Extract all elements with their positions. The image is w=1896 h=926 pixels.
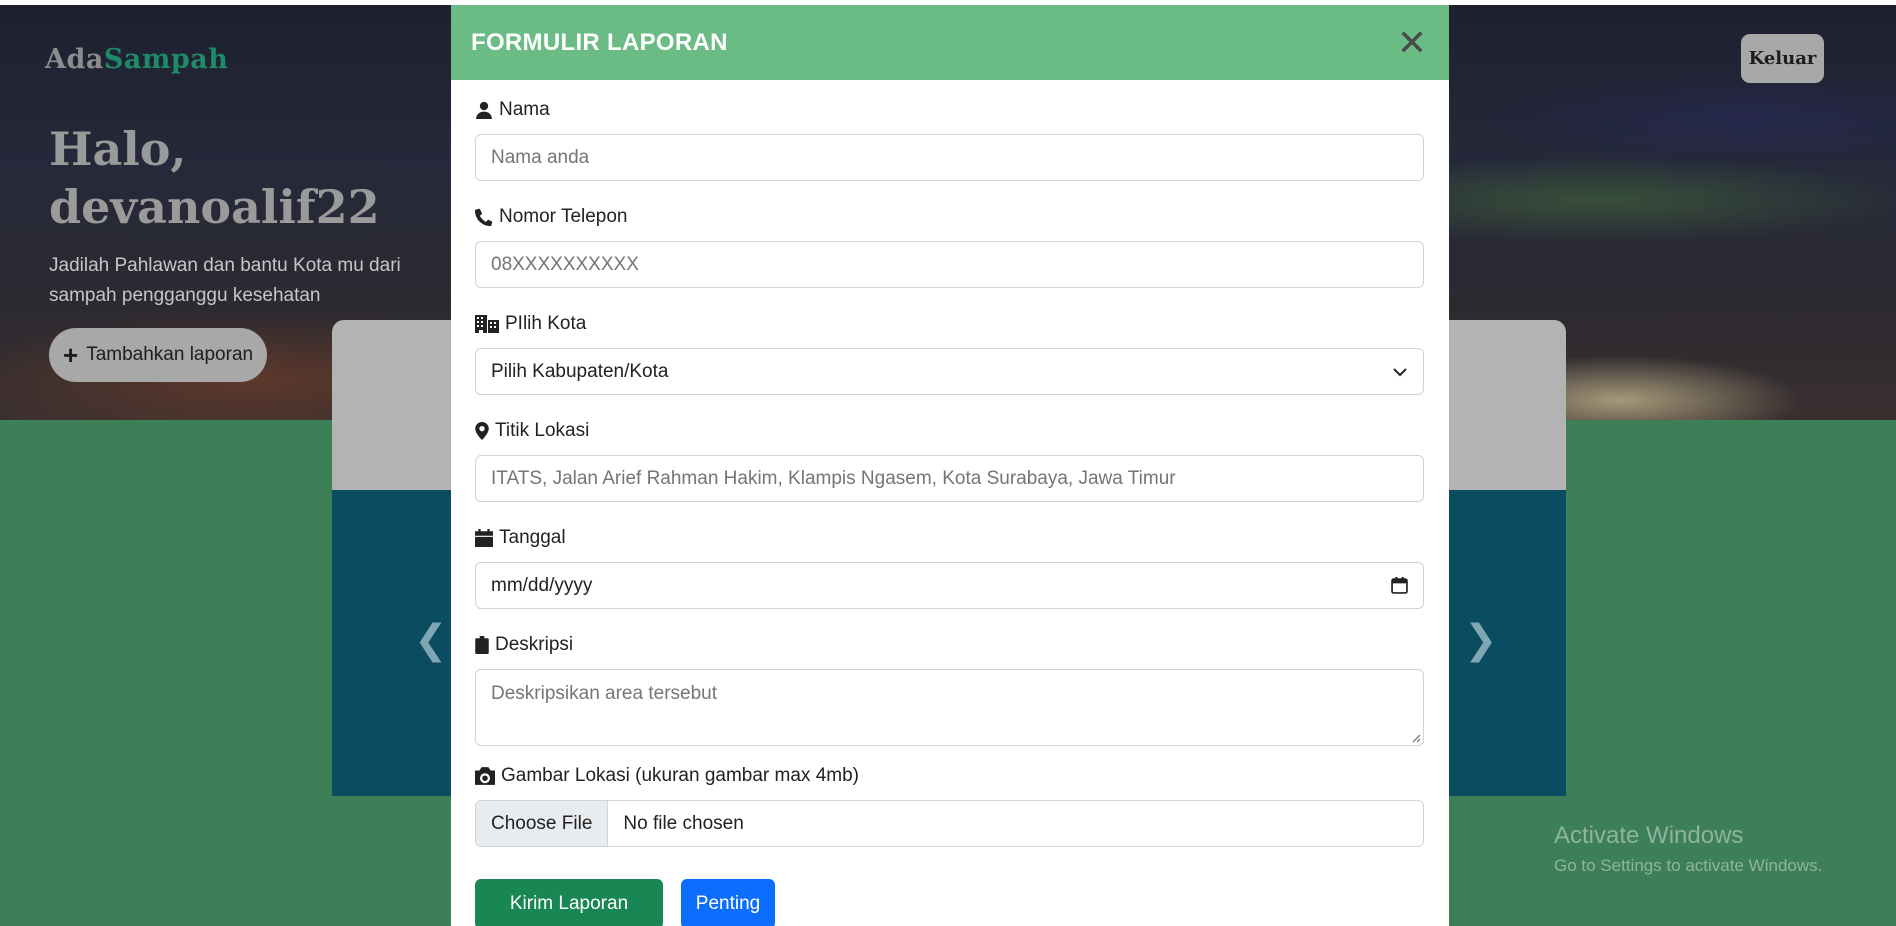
submit-report-button[interactable]: Kirim Laporan xyxy=(475,879,663,926)
greeting: Halo, devanoalif22 xyxy=(49,120,380,236)
phone-label: Nomor Telepon xyxy=(475,204,1425,230)
watermark-title: Activate Windows xyxy=(1554,822,1744,849)
file-status: No file chosen xyxy=(623,812,744,834)
camera-icon xyxy=(475,767,495,785)
name-input[interactable]: Nama anda xyxy=(475,134,1424,181)
location-input[interactable]: ITATS, Jalan Arief Rahman Hakim, Klampis… xyxy=(475,455,1424,502)
date-label-text: Tanggal xyxy=(499,527,566,548)
clipboard-icon xyxy=(475,636,489,654)
form-actions: Kirim Laporan Penting xyxy=(475,879,1425,926)
add-report-button[interactable]: + Tambahkan laporan xyxy=(49,328,268,382)
watermark-subtitle: Go to Settings to activate Windows. xyxy=(1554,856,1823,875)
logo-part-ada: Ada xyxy=(45,44,104,75)
report-form-modal: FORMULIR LAPORAN ✕ Nama Nama anda Nomor … xyxy=(451,5,1449,926)
user-icon xyxy=(476,101,492,119)
city-label-text: PIlih Kota xyxy=(505,313,587,334)
resize-handle-icon[interactable] xyxy=(1411,733,1421,743)
image-file-input[interactable]: Choose File No file chosen xyxy=(475,800,1424,847)
location-label: Titik Lokasi xyxy=(475,418,1425,444)
date-input-value: mm/dd/yyyy xyxy=(491,574,593,596)
report-form: Nama Nama anda Nomor Telepon 08XXXXXXXXX… xyxy=(451,80,1449,926)
choose-file-button[interactable]: Choose File xyxy=(476,801,609,846)
greeting-line1: Halo, xyxy=(49,122,187,176)
location-label-text: Titik Lokasi xyxy=(495,420,590,441)
add-report-label: Tambahkan laporan xyxy=(86,344,254,365)
modal-header: FORMULIR LAPORAN ✕ xyxy=(451,5,1449,80)
name-label: Nama xyxy=(475,97,1425,123)
image-label-text: Gambar Lokasi (ukuran gambar max 4mb) xyxy=(501,765,859,786)
tagline: Jadilah Pahlawan dan bantu Kota mu dari … xyxy=(49,255,401,306)
plus-icon: + xyxy=(63,340,79,370)
city-select[interactable]: Pilih Kabupaten/Kota xyxy=(475,348,1424,395)
windows-activation-watermark: Activate Windows Go to Settings to activ… xyxy=(1554,822,1822,876)
carousel-prev-icon[interactable]: ❮ xyxy=(414,620,448,660)
description-label-text: Deskripsi xyxy=(495,634,574,655)
image-label: Gambar Lokasi (ukuran gambar max 4mb) xyxy=(475,763,1425,789)
logo-part-sampah: Sampah xyxy=(103,44,229,75)
city-select-value: Pilih Kabupaten/Kota xyxy=(491,360,669,382)
date-label: Tanggal xyxy=(475,525,1425,551)
description-textarea[interactable]: Deskripsikan area tersebut xyxy=(475,669,1424,746)
app-logo[interactable]: AdaSampah xyxy=(45,44,228,75)
phone-input[interactable]: 08XXXXXXXXXX xyxy=(475,241,1424,288)
calendar-icon xyxy=(475,529,493,547)
modal-title: FORMULIR LAPORAN xyxy=(471,28,728,56)
description-label: Deskripsi xyxy=(475,632,1425,658)
description-placeholder: Deskripsikan area tersebut xyxy=(491,683,717,704)
phone-label-text: Nomor Telepon xyxy=(499,206,628,227)
important-button[interactable]: Penting xyxy=(681,879,775,926)
phone-icon xyxy=(475,208,493,226)
calendar-picker-icon[interactable] xyxy=(1391,577,1408,594)
close-icon[interactable]: ✕ xyxy=(1397,24,1427,61)
name-label-text: Nama xyxy=(499,99,550,120)
carousel-next-icon[interactable]: ❯ xyxy=(1464,620,1498,660)
chevron-down-icon xyxy=(1393,367,1407,376)
greeting-username: devanoalif22 xyxy=(49,180,380,234)
city-label: PIlih Kota xyxy=(475,311,1425,337)
date-input[interactable]: mm/dd/yyyy xyxy=(475,562,1424,609)
logout-button[interactable]: Keluar xyxy=(1741,34,1824,83)
building-icon xyxy=(475,315,499,333)
map-marker-icon xyxy=(475,422,489,440)
